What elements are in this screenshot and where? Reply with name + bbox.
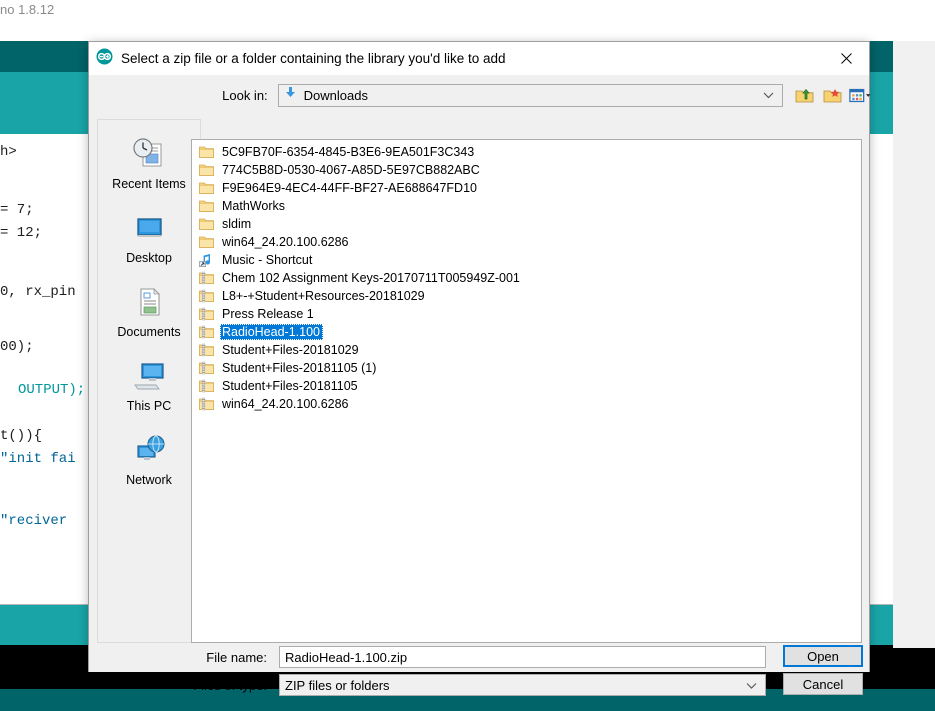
folder-icon — [198, 162, 214, 178]
folder-icon — [198, 198, 214, 214]
file-list-item[interactable]: Chem 102 Assignment Keys-20170711T005949… — [192, 269, 861, 287]
folder-icon — [198, 180, 214, 196]
file-list-item[interactable]: Student+Files-20181105 (1) — [192, 359, 861, 377]
file-item-label: win64_24.20.100.6286 — [222, 397, 349, 411]
file-list-item[interactable]: RadioHead-1.100 — [192, 323, 861, 341]
sidebar-item-recent-items[interactable]: Recent Items — [98, 134, 200, 191]
close-icon[interactable] — [823, 42, 869, 75]
sidebar-item-network[interactable]: Network — [98, 430, 200, 487]
file-item-label: Press Release 1 — [222, 307, 314, 321]
open-button[interactable]: Open — [783, 645, 863, 667]
code-line: OUTPUT); — [18, 382, 86, 398]
zip-icon — [198, 270, 214, 286]
zip-icon — [198, 342, 214, 358]
file-list-item[interactable]: win64_24.20.100.6286 — [192, 233, 861, 251]
look-in-value: Downloads — [303, 87, 368, 103]
arduino-logo-icon — [96, 48, 113, 70]
zip-icon — [198, 396, 214, 412]
files-of-type-combobox[interactable]: ZIP files or folders — [279, 674, 766, 696]
code-line: h> — [0, 144, 17, 160]
arduino-app-title: no 1.8.12 — [0, 2, 55, 17]
file-item-label: MathWorks — [222, 199, 285, 213]
dialog-toolbar — [793, 85, 871, 105]
recent-items-icon — [130, 134, 168, 174]
sidebar-item-label: Recent Items — [112, 177, 186, 191]
sidebar-item-this-pc[interactable]: This PC — [98, 356, 200, 413]
dialog-title: Select a zip file or a folder containing… — [121, 51, 506, 66]
code-line: = 12; — [0, 225, 43, 241]
zip-icon — [198, 360, 214, 376]
file-item-label: F9E964E9-4EC4-44FF-BF27-AE688647FD10 — [222, 181, 477, 195]
desktop-icon — [130, 208, 168, 248]
file-list[interactable]: 5C9FB70F-6354-4845-B3E6-9EA501F3C343 774C… — [191, 139, 862, 643]
file-list-item[interactable]: sldim — [192, 215, 861, 233]
file-list-item[interactable]: win64_24.20.100.6286 — [192, 395, 861, 413]
file-item-label: Student+Files-20181105 — [222, 379, 358, 393]
code-line: = 7; — [0, 202, 34, 218]
this-pc-icon — [130, 356, 168, 396]
file-item-label: 5C9FB70F-6354-4845-B3E6-9EA501F3C343 — [222, 145, 475, 159]
folder-icon — [198, 216, 214, 232]
up-one-level-button[interactable] — [793, 85, 815, 105]
file-list-item[interactable]: Student+Files-20181029 — [192, 341, 861, 359]
chevron-down-icon — [763, 86, 774, 104]
code-line: "init fai — [0, 451, 76, 467]
create-new-folder-button[interactable] — [821, 85, 843, 105]
file-item-label: win64_24.20.100.6286 — [222, 235, 349, 249]
file-item-label: Student+Files-20181105 (1) — [222, 361, 377, 375]
sidebar-item-label: Documents — [117, 325, 181, 339]
sidebar-item-desktop[interactable]: Desktop — [98, 208, 200, 265]
zip-icon — [198, 378, 214, 394]
file-item-label: Music - Shortcut — [222, 253, 313, 267]
file-chooser-dialog: Select a zip file or a folder containing… — [88, 41, 871, 696]
folder-icon — [198, 144, 214, 160]
network-icon — [130, 430, 168, 470]
file-item-label: Chem 102 Assignment Keys-20170711T005949… — [222, 271, 520, 285]
code-line: 0, rx_pin — [0, 284, 76, 300]
chevron-down-icon — [746, 678, 757, 693]
documents-icon — [130, 282, 168, 322]
look-in-row: Look in: Downloads — [89, 79, 871, 111]
downloads-arrow-icon — [283, 85, 298, 105]
file-list-item[interactable]: Press Release 1 — [192, 305, 861, 323]
file-name-input[interactable] — [279, 646, 766, 668]
files-of-type-row: Files of type: ZIP files or folders — [89, 673, 871, 697]
file-list-item[interactable]: L8+-+Student+Resources-20181029 — [192, 287, 861, 305]
code-line: "reciver — [0, 513, 68, 529]
file-list-item[interactable]: F9E964E9-4EC4-44FF-BF27-AE688647FD10 — [192, 179, 861, 197]
shortcut-icon — [198, 252, 214, 268]
files-of-type-value: ZIP files or folders — [285, 677, 390, 693]
files-of-type-label: Files of type: — [193, 677, 267, 693]
dialog-titlebar: Select a zip file or a folder containing… — [89, 42, 869, 75]
zip-icon — [198, 306, 214, 322]
file-list-item[interactable]: 5C9FB70F-6354-4845-B3E6-9EA501F3C343 — [192, 143, 861, 161]
code-line: 00); — [0, 339, 34, 355]
cancel-button[interactable]: Cancel — [783, 673, 863, 695]
file-list-item[interactable]: MathWorks — [192, 197, 861, 215]
sidebar-item-documents[interactable]: Documents — [98, 282, 200, 339]
sidebar-item-label: Desktop — [126, 251, 172, 265]
folder-icon — [198, 234, 214, 250]
file-list-item[interactable]: Music - Shortcut — [192, 251, 861, 269]
zip-icon — [198, 288, 214, 304]
sidebar-item-label: This PC — [126, 399, 172, 413]
file-item-label: RadioHead-1.100 — [220, 324, 323, 340]
file-item-label: sldim — [222, 217, 252, 231]
view-menu-button[interactable] — [849, 85, 871, 105]
code-line: t()){ — [0, 428, 43, 444]
file-item-label: Student+Files-20181029 — [222, 343, 359, 357]
file-name-label: File name: — [206, 649, 267, 665]
sidebar-item-label: Network — [126, 473, 172, 487]
dialog-body: Look in: Downloads Recent Items Desktop … — [89, 75, 871, 696]
file-item-label: L8+-+Student+Resources-20181029 — [222, 289, 425, 303]
file-name-row: File name: — [89, 645, 871, 669]
look-in-label: Look in: — [222, 87, 268, 103]
desktop-background — [893, 41, 935, 648]
places-sidebar: Recent Items Desktop Documents This PC N… — [97, 119, 201, 643]
file-list-item[interactable]: Student+Files-20181105 — [192, 377, 861, 395]
file-item-label: 774C5B8D-0530-4067-A85D-5E97CB882ABC — [222, 163, 480, 177]
file-list-item[interactable]: 774C5B8D-0530-4067-A85D-5E97CB882ABC — [192, 161, 861, 179]
look-in-combobox[interactable]: Downloads — [277, 83, 783, 107]
zip-icon — [198, 324, 214, 340]
